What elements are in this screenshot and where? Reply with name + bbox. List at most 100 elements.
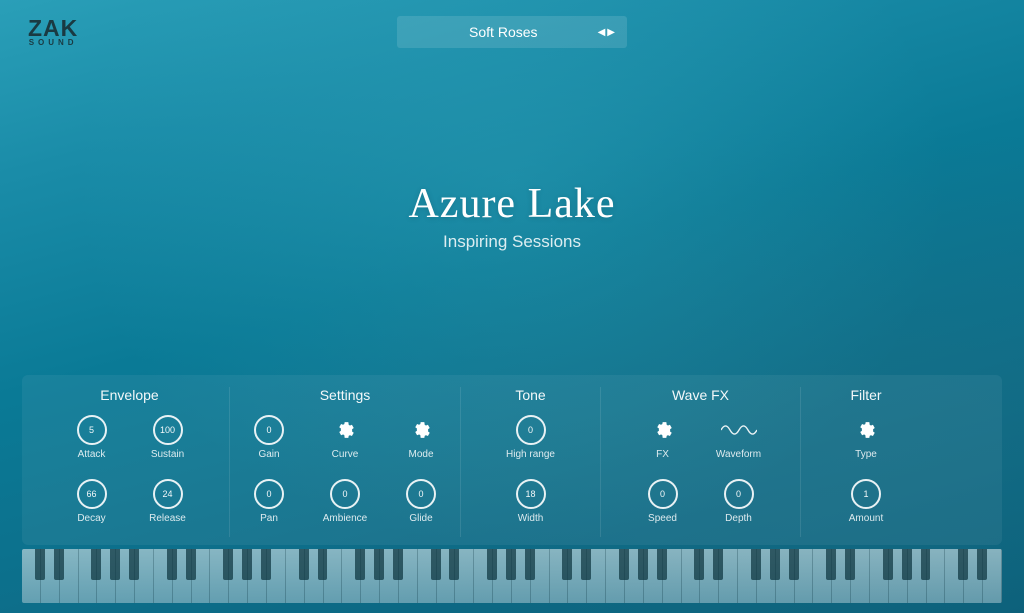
white-key[interactable] [945, 549, 964, 603]
black-key[interactable] [694, 549, 704, 580]
label-sustain: Sustain [151, 449, 184, 460]
white-key[interactable] [550, 549, 569, 603]
knob-highrange[interactable]: 0 [516, 415, 546, 445]
waveform-button[interactable] [719, 415, 759, 445]
black-key[interactable] [129, 549, 139, 580]
white-key[interactable] [813, 549, 832, 603]
brand-main: ZAK [28, 18, 78, 39]
filter-type-button[interactable] [851, 415, 881, 445]
knob-glide[interactable]: 0 [406, 479, 436, 509]
knob-ambience[interactable]: 0 [330, 479, 360, 509]
black-key[interactable] [581, 549, 591, 580]
section-title-wavefx: Wave FX [672, 387, 729, 403]
section-settings: Settings 0 Gain Curve Mode 0 Pan [230, 387, 461, 537]
preset-selector[interactable]: Soft Roses ◀ ▶ [397, 16, 627, 48]
white-key[interactable] [606, 549, 625, 603]
controls-panel: Envelope 5 Attack 100 Sustain 66 Decay 2… [22, 375, 1002, 545]
black-key[interactable] [638, 549, 648, 580]
white-key[interactable] [682, 549, 701, 603]
black-key[interactable] [449, 549, 459, 580]
black-key[interactable] [789, 549, 799, 580]
black-key[interactable] [562, 549, 572, 580]
preset-prev-icon[interactable]: ◀ [598, 27, 606, 38]
black-key[interactable] [619, 549, 629, 580]
black-key[interactable] [958, 549, 968, 580]
black-key[interactable] [393, 549, 403, 580]
black-key[interactable] [242, 549, 252, 580]
label-speed: Speed [648, 513, 677, 524]
black-key[interactable] [374, 549, 384, 580]
white-key[interactable] [154, 549, 173, 603]
gear-icon [857, 421, 875, 439]
knob-pan[interactable]: 0 [254, 479, 284, 509]
section-wavefx: Wave FX FX Waveform 0 Speed 0 Depth [601, 387, 801, 537]
black-key[interactable] [186, 549, 196, 580]
label-attack: Attack [78, 449, 106, 460]
black-key[interactable] [506, 549, 516, 580]
black-key[interactable] [713, 549, 723, 580]
knob-gain[interactable]: 0 [254, 415, 284, 445]
knob-attack[interactable]: 5 [77, 415, 107, 445]
black-key[interactable] [167, 549, 177, 580]
black-key[interactable] [657, 549, 667, 580]
label-decay: Decay [77, 513, 105, 524]
black-key[interactable] [35, 549, 45, 580]
white-key[interactable] [22, 549, 41, 603]
black-key[interactable] [91, 549, 101, 580]
white-key[interactable] [286, 549, 305, 603]
label-glide: Glide [409, 513, 432, 524]
white-key[interactable] [342, 549, 361, 603]
section-envelope: Envelope 5 Attack 100 Sustain 66 Decay 2… [30, 387, 230, 537]
gear-icon [412, 421, 430, 439]
brand-logo: ZAK SOUND [28, 18, 78, 46]
black-key[interactable] [487, 549, 497, 580]
white-key[interactable] [418, 549, 437, 603]
label-gain: Gain [258, 449, 279, 460]
black-key[interactable] [977, 549, 987, 580]
white-key[interactable] [474, 549, 493, 603]
black-key[interactable] [54, 549, 64, 580]
gear-icon [336, 421, 354, 439]
label-width: Width [518, 513, 544, 524]
white-key[interactable] [210, 549, 229, 603]
preset-name: Soft Roses [409, 24, 598, 40]
section-title-filter: Filter [850, 387, 881, 403]
black-key[interactable] [223, 549, 233, 580]
preset-next-icon[interactable]: ▶ [607, 27, 615, 38]
title-sub: Inspiring Sessions [0, 232, 1024, 252]
black-key[interactable] [110, 549, 120, 580]
section-title-settings: Settings [320, 387, 371, 403]
knob-speed[interactable]: 0 [648, 479, 678, 509]
knob-release[interactable]: 24 [153, 479, 183, 509]
black-key[interactable] [261, 549, 271, 580]
curve-button[interactable] [330, 415, 360, 445]
black-key[interactable] [826, 549, 836, 580]
knob-depth[interactable]: 0 [724, 479, 754, 509]
black-key[interactable] [770, 549, 780, 580]
black-key[interactable] [299, 549, 309, 580]
label-fx: FX [656, 449, 669, 460]
mode-button[interactable] [406, 415, 436, 445]
knob-amount[interactable]: 1 [851, 479, 881, 509]
fx-button[interactable] [648, 415, 678, 445]
white-key[interactable] [870, 549, 889, 603]
piano-keyboard[interactable] [22, 549, 1002, 603]
black-key[interactable] [902, 549, 912, 580]
white-key[interactable] [738, 549, 757, 603]
label-mode: Mode [408, 449, 433, 460]
black-key[interactable] [845, 549, 855, 580]
black-key[interactable] [431, 549, 441, 580]
black-key[interactable] [525, 549, 535, 580]
section-title-tone: Tone [515, 387, 545, 403]
black-key[interactable] [921, 549, 931, 580]
black-key[interactable] [355, 549, 365, 580]
label-waveform: Waveform [716, 449, 761, 460]
knob-decay[interactable]: 66 [77, 479, 107, 509]
black-key[interactable] [751, 549, 761, 580]
white-key[interactable] [79, 549, 98, 603]
knob-sustain[interactable]: 100 [153, 415, 183, 445]
black-key[interactable] [318, 549, 328, 580]
label-highrange: High range [506, 449, 555, 460]
black-key[interactable] [883, 549, 893, 580]
knob-width[interactable]: 18 [516, 479, 546, 509]
